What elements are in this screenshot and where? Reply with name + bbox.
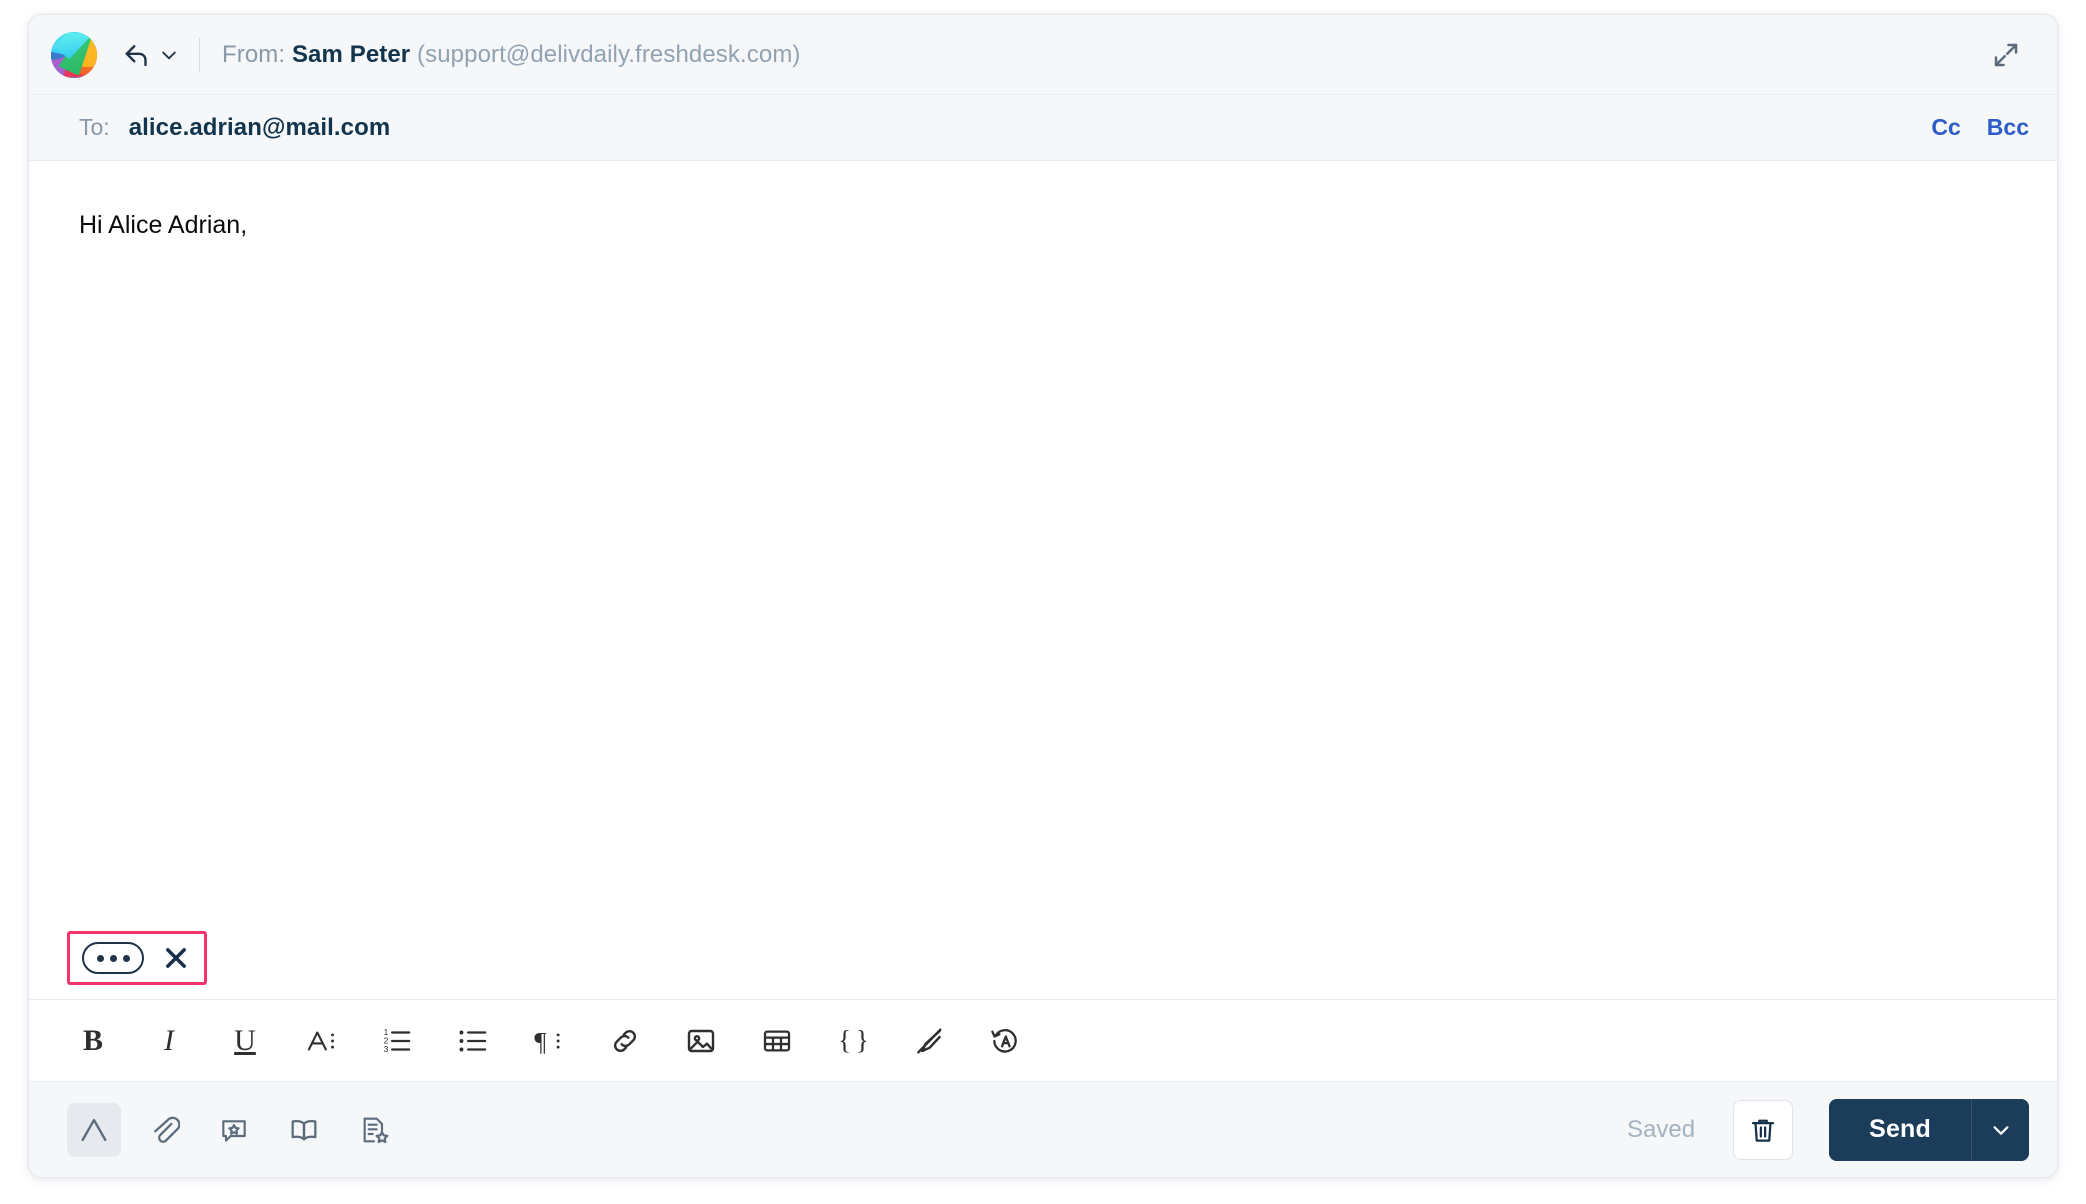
ordered-list-button[interactable]: 1 2 3 <box>371 1015 423 1067</box>
reply-arrow-icon[interactable] <box>123 40 153 70</box>
from-email: (support@delivdaily.freshdesk.com) <box>417 40 801 68</box>
freshdesk-logo-icon <box>51 31 97 78</box>
composer-header-to: To: alice.adrian@mail.com Cc Bcc <box>29 95 2057 161</box>
header-divider <box>199 37 200 72</box>
from-label: From: <box>222 40 286 68</box>
highlighted-placeholder-chip <box>67 931 207 985</box>
cc-bcc-group: Cc Bcc <box>1931 114 2029 141</box>
screen: From: Sam Peter (support@delivdaily.fres… <box>0 0 2086 1204</box>
bold-button[interactable]: B <box>67 1015 119 1067</box>
knowledge-base-button[interactable] <box>277 1103 331 1157</box>
table-button[interactable] <box>751 1015 803 1067</box>
svg-text:¶: ¶ <box>534 1026 546 1056</box>
formatting-toolbar: B I U 1 2 3 ¶ {} <box>29 999 2057 1081</box>
paragraph-button[interactable]: ¶ <box>523 1015 575 1067</box>
text-formatting-toggle[interactable] <box>67 1102 121 1157</box>
email-composer: From: Sam Peter (support@delivdaily.fres… <box>28 14 2058 1178</box>
bcc-link[interactable]: Bcc <box>1987 114 2029 141</box>
link-button[interactable] <box>599 1015 651 1067</box>
close-x-icon[interactable] <box>162 944 190 972</box>
attach-file-button[interactable] <box>137 1103 191 1157</box>
template-button[interactable] <box>347 1103 401 1157</box>
saved-status-label: Saved <box>1627 1115 1696 1143</box>
svg-text:3: 3 <box>384 1043 389 1053</box>
delete-draft-button[interactable] <box>1733 1099 1794 1160</box>
to-recipient-field[interactable]: alice.adrian@mail.com <box>129 114 391 142</box>
spellcheck-button[interactable] <box>979 1015 1031 1067</box>
from-name: Sam Peter <box>291 40 411 68</box>
send-button-group: Send <box>1829 1098 2029 1161</box>
from-line: From: Sam Peter (support@delivdaily.fres… <box>222 41 801 69</box>
chevron-down-icon[interactable] <box>159 45 179 65</box>
code-button[interactable]: { } <box>827 1015 879 1067</box>
email-body-editor[interactable]: Hi Alice Adrian, <box>29 161 2057 999</box>
unordered-list-button[interactable] <box>447 1015 499 1067</box>
expand-diagonal-icon[interactable] <box>1983 32 2029 78</box>
canned-response-button[interactable] <box>207 1103 261 1157</box>
clear-formatting-button[interactable] <box>903 1015 955 1067</box>
underline-button[interactable]: U <box>219 1015 271 1067</box>
to-label: To: <box>79 114 110 140</box>
body-greeting-text: Hi Alice Adrian, <box>79 211 248 239</box>
image-button[interactable] <box>675 1015 727 1067</box>
ellipsis-pill-icon[interactable] <box>82 942 144 974</box>
send-options-chevron-down-icon[interactable] <box>1971 1098 2029 1161</box>
cc-link[interactable]: Cc <box>1931 114 1960 141</box>
italic-button[interactable]: I <box>143 1015 195 1067</box>
composer-header-from: From: Sam Peter (support@delivdaily.fres… <box>29 15 2057 95</box>
font-style-button[interactable] <box>295 1015 347 1067</box>
send-button[interactable]: Send <box>1829 1098 1971 1161</box>
composer-action-bar: Saved Send <box>29 1081 2057 1177</box>
reply-control-group <box>123 40 179 70</box>
